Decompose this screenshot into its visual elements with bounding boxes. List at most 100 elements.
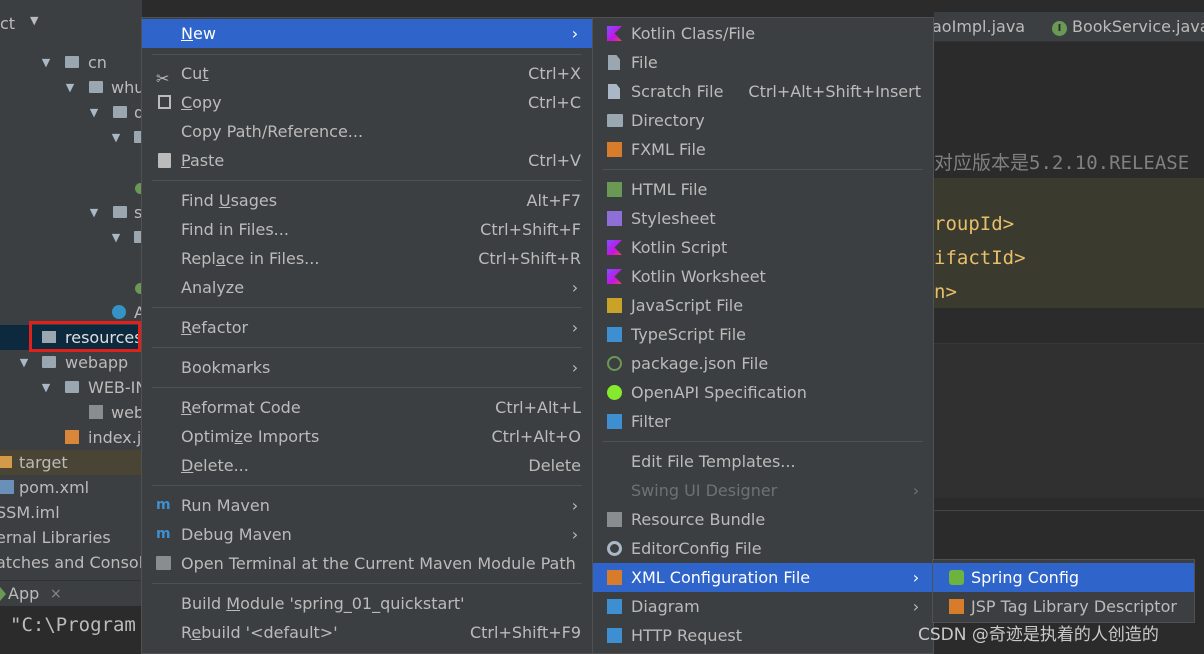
submenu-item-diagram[interactable]: Diagram ›	[593, 592, 933, 621]
submenu-item-xml-config[interactable]: XML Configuration File ›	[593, 563, 933, 592]
tree-row-pom[interactable]: pom.xml	[0, 475, 142, 500]
close-icon[interactable]: ×	[50, 581, 62, 607]
submenu-item-stylesheet[interactable]: Stylesheet	[593, 204, 933, 233]
menu-item-paste[interactable]: Paste Ctrl+V	[142, 146, 592, 175]
menu-label: Bookmarks	[181, 358, 271, 377]
chevron-down-icon[interactable]: ▼	[110, 225, 122, 250]
menu-item-reformat-code[interactable]: Reformat Code Ctrl+Alt+L	[142, 393, 592, 422]
menu-item-copy[interactable]: Copy Ctrl+C	[142, 88, 592, 117]
submenu-item-javascript[interactable]: JavaScript File	[593, 291, 933, 320]
submenu-item-kotlin-worksheet[interactable]: Kotlin Worksheet	[593, 262, 933, 291]
tree-row-target[interactable]: target	[0, 450, 142, 475]
menu-shortcut: Ctrl+V	[528, 151, 581, 170]
submenu-item-filter[interactable]: Filter	[593, 407, 933, 436]
menu-item-rebuild[interactable]: Rebuild '<default>' Ctrl+Shift+F9	[142, 618, 592, 647]
editor-lower-region	[934, 343, 1204, 498]
menu-item-optimize-imports[interactable]: Optimize Imports Ctrl+Alt+O	[142, 422, 592, 451]
submenu-item-html[interactable]: HTML File	[593, 175, 933, 204]
tree-header-dropdown-icon[interactable]: ▼	[30, 14, 38, 27]
tab-book-service[interactable]: I BookService.java	[1052, 12, 1204, 42]
menu-item-replace-in-files[interactable]: Replace in Files... Ctrl+Shift+R	[142, 244, 592, 273]
submenu-item-fxml[interactable]: FXML File	[593, 135, 933, 164]
chevron-right-icon: ›	[912, 568, 920, 587]
menu-label: Run Maven	[181, 496, 270, 515]
tree-row-class-2[interactable]	[0, 275, 142, 300]
tab-dao-impl[interactable]: aoImpl.java	[934, 12, 1025, 42]
chevron-right-icon: ›	[571, 24, 579, 43]
menu-item-run-maven[interactable]: m Run Maven ›	[142, 491, 592, 520]
maven-debug-icon: m	[156, 526, 171, 542]
submenu-item-spring-config[interactable]: Spring Config	[933, 563, 1194, 592]
chevron-down-icon[interactable]: ▼	[88, 100, 100, 125]
submenu-item-kotlin-script[interactable]: Kotlin Script	[593, 233, 933, 262]
menu-item-find-usages[interactable]: Find Usages Alt+F7	[142, 186, 592, 215]
tree-row-label: WEB-IN	[88, 378, 142, 397]
menu-separator	[152, 387, 582, 388]
excluded-folder-icon	[0, 456, 12, 468]
submenu-item-resource-bundle[interactable]: Resource Bundle	[593, 505, 933, 534]
menu-item-debug-maven[interactable]: m Debug Maven ›	[142, 520, 592, 549]
menu-item-cut[interactable]: ✂ Cut Ctrl+X	[142, 59, 592, 88]
tree-row-nested-1[interactable]: ▼	[0, 125, 142, 150]
submenu-item-file[interactable]: File	[593, 48, 933, 77]
tree-row-web-xml[interactable]: web	[0, 400, 142, 425]
tree-row-iml[interactable]: SSM.iml	[0, 500, 142, 525]
menu-item-build-module[interactable]: Build Module 'spring_01_quickstart'	[142, 589, 592, 618]
menu-item-new[interactable]: New ›	[142, 19, 592, 48]
submenu-item-package-json[interactable]: package.json File	[593, 349, 933, 378]
tree-row-webapp[interactable]: ▼ webapp	[0, 350, 142, 375]
submenu-item-openapi[interactable]: OpenAPI Specification	[593, 378, 933, 407]
submenu-item-jsp-tld[interactable]: JSP Tag Library Descriptor	[933, 592, 1194, 621]
typescript-icon	[607, 327, 622, 342]
web-xml-icon	[89, 405, 103, 419]
chevron-down-icon[interactable]: ▼	[88, 200, 100, 225]
menu-label: Kotlin Worksheet	[631, 267, 766, 286]
menu-item-refactor[interactable]: Refactor ›	[142, 313, 592, 342]
tree-row-label: SSM.iml	[0, 503, 60, 522]
tree-row-s[interactable]: ▼ s	[0, 200, 142, 225]
tree-row-index-jsp[interactable]: index.js	[0, 425, 142, 450]
tree-row-class-1[interactable]	[0, 175, 142, 200]
menu-label: Open Terminal at the Current Maven Modul…	[181, 554, 576, 573]
xml-config-icon	[607, 570, 622, 585]
chevron-down-icon[interactable]: ▼	[64, 75, 76, 100]
xml-config-submenu: Spring Config JSP Tag Library Descriptor	[932, 559, 1195, 623]
tree-row-d[interactable]: ▼ d	[0, 100, 142, 125]
paste-icon	[158, 153, 171, 168]
menu-label: EditorConfig File	[631, 539, 762, 558]
tree-row-scratches[interactable]: atches and Console	[0, 550, 142, 575]
menu-item-analyze[interactable]: Analyze ›	[142, 273, 592, 302]
submenu-item-editorconfig[interactable]: EditorConfig File	[593, 534, 933, 563]
project-tree: ct ▼ ▼ cn ▼ whu ▼ d ▼ ▼ s ▼ A resources	[0, 0, 142, 580]
tree-row-external-libraries[interactable]: ernal Libraries	[0, 525, 142, 550]
menu-item-open-terminal[interactable]: Open Terminal at the Current Maven Modul…	[142, 549, 592, 578]
menu-label: HTTP Request	[631, 626, 743, 645]
filter-icon	[607, 414, 622, 429]
submenu-item-scratch-file[interactable]: Scratch File Ctrl+Alt+Shift+Insert	[593, 77, 933, 106]
tree-row-whu[interactable]: ▼ whu	[0, 75, 142, 100]
menu-item-bookmarks[interactable]: Bookmarks ›	[142, 353, 592, 382]
menu-item-copy-path[interactable]: Copy Path/Reference...	[142, 117, 592, 146]
submenu-item-typescript[interactable]: TypeScript File	[593, 320, 933, 349]
css-icon	[607, 211, 622, 226]
chevron-down-icon[interactable]: ▼	[110, 125, 122, 150]
tree-row-cn[interactable]: ▼ cn	[0, 50, 142, 75]
submenu-item-kotlin-class[interactable]: Kotlin Class/File	[593, 19, 933, 48]
chevron-down-icon[interactable]: ▼	[18, 350, 30, 375]
chevron-down-icon[interactable]: ▼	[40, 375, 52, 400]
menu-label: XML Configuration File	[631, 568, 811, 587]
run-tab-app[interactable]: App	[0, 581, 39, 607]
submenu-item-http-request[interactable]: HTTP Request	[593, 621, 933, 650]
resource-bundle-icon	[607, 512, 622, 527]
tree-row-nested-2[interactable]: ▼	[0, 225, 142, 250]
menu-item-delete[interactable]: Delete... Delete	[142, 451, 592, 480]
menu-separator	[152, 180, 582, 181]
menu-label: HTML File	[631, 180, 708, 199]
tree-row-label: atches and Console	[0, 553, 142, 572]
tree-row-web-inf[interactable]: ▼ WEB-IN	[0, 375, 142, 400]
package-folder-icon	[113, 106, 127, 118]
menu-item-find-in-files[interactable]: Find in Files... Ctrl+Shift+F	[142, 215, 592, 244]
chevron-down-icon[interactable]: ▼	[40, 50, 52, 75]
submenu-item-edit-templates[interactable]: Edit File Templates...	[593, 447, 933, 476]
submenu-item-directory[interactable]: Directory	[593, 106, 933, 135]
